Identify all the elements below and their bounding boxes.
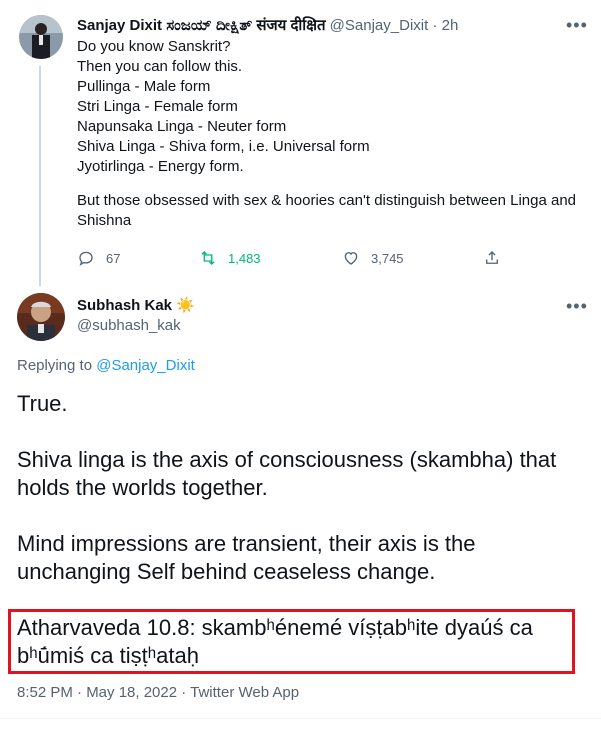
avatar-sanjay-dixit[interactable]: [19, 15, 63, 59]
tweet-timestamp[interactable]: 8:52 PM · May 18, 2022 · Twitter Web App: [17, 684, 299, 701]
retweet-button[interactable]: 1,483: [199, 249, 261, 267]
reply-count: 67: [106, 250, 121, 266]
tweet-paragraph: True.: [17, 391, 68, 416]
tweet-line: Napunsaka Linga - Neuter form: [77, 118, 287, 135]
replying-handle-link[interactable]: @Sanjay_Dixit: [96, 357, 195, 374]
replying-label: Replying to: [17, 357, 93, 374]
share-button[interactable]: [483, 249, 501, 267]
tweet-line: Stri Linga - Female form: [77, 98, 238, 115]
author-name[interactable]: Sanjay Dixit ಸಂಜಯ್ ದೀಕ್ಷಿತ್ संजय दीक्षित: [77, 17, 326, 34]
replying-to: Replying to @Sanjay_Dixit: [17, 357, 195, 374]
tweet-paragraph: Mind impressions are transient, their ax…: [17, 531, 476, 584]
author-handle[interactable]: @subhash_kak: [77, 317, 181, 334]
tweet-line: Jyotirlinga - Energy form.: [77, 158, 244, 175]
tweet1-text: Do you know Sanskrit? Then you can follo…: [77, 37, 587, 231]
share-icon: [486, 251, 498, 264]
author-name-text: Subhash Kak: [77, 297, 173, 314]
like-button[interactable]: 3,745: [342, 249, 404, 267]
tweet-line: Shiva Linga - Shiva form, i.e. Universal…: [77, 138, 370, 155]
author-name[interactable]: Subhash Kak ☀️: [77, 296, 195, 314]
divider: [0, 718, 601, 719]
author-handle[interactable]: @Sanjay_Dixit: [330, 17, 429, 34]
retweet-icon: [201, 251, 215, 265]
tweet-paragraph: Shiva linga is the axis of consciousness…: [17, 447, 557, 500]
more-icon[interactable]: •••: [566, 16, 588, 34]
tweet1-actions: 67 1,483 3,745: [77, 249, 507, 271]
more-icon[interactable]: •••: [566, 297, 588, 315]
retweet-count: 1,483: [228, 250, 261, 266]
like-count: 3,745: [371, 250, 404, 266]
reply-icon: [79, 251, 93, 266]
thread-connector: [39, 66, 41, 286]
tweet-line: Pullinga - Male form: [77, 78, 211, 95]
tweet-line: Do you know Sanskrit?: [77, 38, 231, 55]
quote-text: Atharvaveda 10.8: skambʰénemé víṣṭabʰite…: [17, 615, 533, 668]
sun-emoji: ☀️: [176, 297, 195, 314]
reply-button[interactable]: 67: [77, 249, 120, 267]
heart-icon: [344, 252, 358, 265]
tweet-line: Then you can follow this.: [77, 58, 243, 75]
avatar-subhash-kak[interactable]: [17, 293, 65, 341]
tweet-line: But those obsessed with sex & hoories ca…: [77, 192, 577, 229]
tweet1-header: Sanjay Dixit ಸಂಜಯ್ ದೀಕ್ಷಿತ್ संजय दीक्षित…: [77, 15, 458, 35]
tweet-time[interactable]: · 2h: [432, 17, 458, 34]
